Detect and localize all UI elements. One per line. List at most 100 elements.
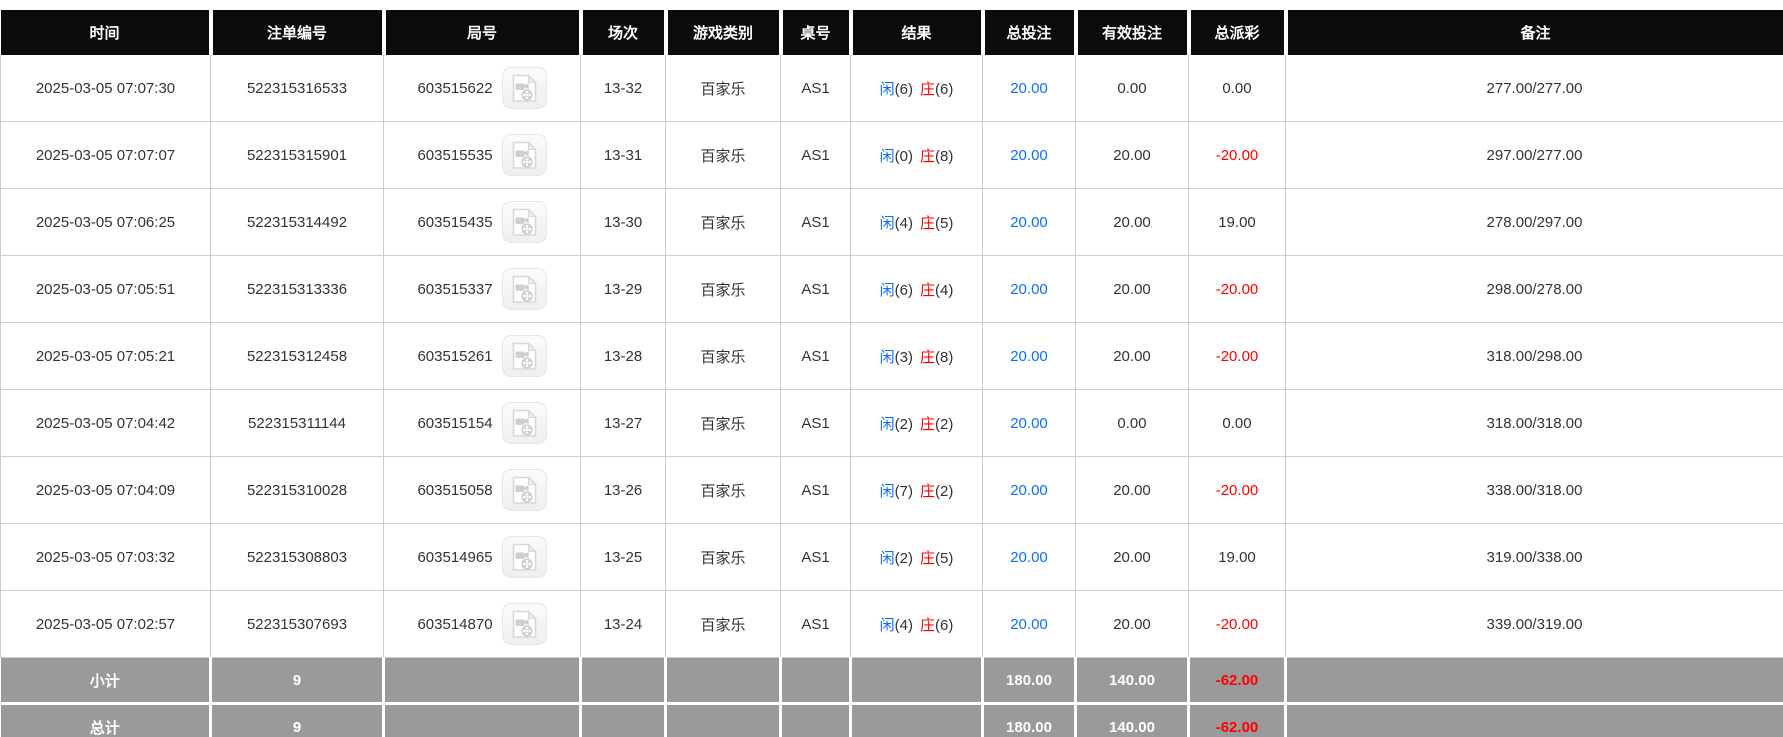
cell-table-number: AS1: [780, 322, 851, 390]
cell-round-number: 603515058: [383, 456, 581, 524]
col-header-result: 结果: [848, 10, 983, 55]
cell-game-type: 百家乐: [665, 389, 781, 457]
cell-bet-number: 522315307693: [210, 590, 384, 658]
result-player-label: 闲: [879, 482, 895, 500]
cell-total-bet[interactable]: 20.00: [982, 255, 1076, 323]
video-file-icon: [512, 274, 537, 303]
cell-session: 13-30: [580, 188, 666, 256]
cell-total-bet[interactable]: 20.00: [982, 55, 1076, 122]
result-banker-label: 庄: [920, 415, 936, 433]
cell-game-type: 百家乐: [665, 590, 781, 658]
video-replay-button[interactable]: [501, 603, 547, 645]
cell-result: 闲(6) 庄(6): [850, 55, 983, 122]
cell-payout: 19.00: [1188, 523, 1286, 591]
cell-payout: -20.00: [1188, 590, 1286, 658]
cell-remark: 318.00/298.00: [1285, 322, 1783, 390]
cell-game-type: 百家乐: [665, 55, 781, 122]
cell-time: 2025-03-05 07:07:07: [0, 121, 211, 189]
cell-remark: 277.00/277.00: [1285, 55, 1783, 122]
subtotal-empty-table-number: [779, 657, 851, 704]
table-row: 2025-03-05 07:02:57 522315307693 6035148…: [0, 590, 1783, 658]
result-player-score: (4): [894, 616, 913, 634]
subtotal-row: 小计 9 180.00 140.00 -62.00: [0, 657, 1783, 704]
video-replay-button[interactable]: [501, 134, 547, 176]
table-row: 2025-03-05 07:03:32 522315308803 6035149…: [0, 523, 1783, 591]
video-replay-button[interactable]: [501, 402, 547, 444]
cell-round-number: 603515622: [383, 55, 581, 122]
video-replay-button[interactable]: [501, 469, 547, 511]
total-empty-result: [849, 702, 983, 737]
cell-time: 2025-03-05 07:06:25: [0, 188, 211, 256]
round-number: 603514870: [417, 615, 493, 633]
video-replay-button[interactable]: [501, 335, 547, 377]
subtotal-count: 9: [209, 657, 384, 704]
result-player-score: (7): [894, 482, 913, 500]
video-file-icon: [512, 542, 537, 571]
cell-remark: 318.00/318.00: [1285, 389, 1783, 457]
cell-valid-bet: 20.00: [1075, 255, 1189, 323]
video-replay-button[interactable]: [501, 268, 547, 310]
result-player-score: (6): [894, 281, 913, 299]
result-banker-label: 庄: [920, 214, 936, 232]
result-player-label: 闲: [879, 549, 895, 567]
cell-table-number: AS1: [780, 255, 851, 323]
total-row: 总计 9 180.00 140.00 -62.00: [0, 702, 1783, 737]
result-player-label: 闲: [879, 214, 895, 232]
cell-total-bet[interactable]: 20.00: [982, 322, 1076, 390]
cell-total-bet[interactable]: 20.00: [982, 121, 1076, 189]
cell-round-number: 603515337: [383, 255, 581, 323]
cell-game-type: 百家乐: [665, 456, 781, 524]
cell-valid-bet: 0.00: [1075, 389, 1189, 457]
col-header-time: 时间: [0, 10, 211, 55]
round-number: 603515154: [417, 414, 493, 432]
cell-time: 2025-03-05 07:04:09: [0, 456, 211, 524]
result-banker-label: 庄: [920, 549, 936, 567]
subtotal-empty-session: [579, 657, 666, 704]
round-number: 603515058: [417, 481, 493, 499]
cell-total-bet[interactable]: 20.00: [982, 523, 1076, 591]
cell-total-bet[interactable]: 20.00: [982, 389, 1076, 457]
cell-total-bet[interactable]: 20.00: [982, 188, 1076, 256]
cell-time: 2025-03-05 07:03:32: [0, 523, 211, 591]
result-banker-score: (6): [935, 80, 954, 98]
video-replay-button[interactable]: [501, 536, 547, 578]
cell-result: 闲(4) 庄(5): [850, 188, 983, 256]
cell-bet-number: 522315312458: [210, 322, 384, 390]
table-row: 2025-03-05 07:07:30 522315316533 6035156…: [0, 55, 1783, 122]
video-replay-button[interactable]: [501, 67, 547, 109]
cell-payout: -20.00: [1188, 456, 1286, 524]
cell-total-bet[interactable]: 20.00: [982, 456, 1076, 524]
cell-remark: 297.00/277.00: [1285, 121, 1783, 189]
round-number: 603515261: [417, 347, 493, 365]
video-file-icon: [512, 73, 537, 102]
result-banker-score: (6): [935, 616, 954, 634]
result-banker-score: (8): [935, 147, 954, 165]
video-file-icon: [512, 609, 537, 638]
result-player-score: (0): [894, 147, 913, 165]
video-replay-button[interactable]: [501, 201, 547, 243]
cell-bet-number: 522315316533: [210, 55, 384, 122]
table-body: 2025-03-05 07:07:30 522315316533 6035156…: [0, 55, 1783, 658]
col-header-game-type: 游戏类别: [663, 10, 781, 55]
total-payout: -62.00: [1187, 702, 1286, 737]
cell-total-bet[interactable]: 20.00: [982, 590, 1076, 658]
cell-bet-number: 522315310028: [210, 456, 384, 524]
cell-valid-bet: 20.00: [1075, 456, 1189, 524]
cell-payout: -20.00: [1188, 322, 1286, 390]
result-player-score: (2): [894, 549, 913, 567]
total-label: 总计: [0, 702, 211, 737]
table-row: 2025-03-05 07:07:07 522315315901 6035155…: [0, 121, 1783, 189]
subtotal-total-bet: 180.00: [981, 657, 1076, 704]
cell-time: 2025-03-05 07:02:57: [0, 590, 211, 658]
col-header-table-number: 桌号: [778, 10, 851, 55]
result-player-label: 闲: [879, 616, 895, 634]
subtotal-empty-round: [382, 657, 581, 704]
cell-round-number: 603514965: [383, 523, 581, 591]
result-banker-score: (4): [935, 281, 954, 299]
result-banker-score: (5): [935, 549, 954, 567]
cell-payout: 0.00: [1188, 389, 1286, 457]
cell-result: 闲(6) 庄(4): [850, 255, 983, 323]
col-header-remark: 备注: [1283, 10, 1783, 55]
result-player-score: (4): [894, 214, 913, 232]
result-banker-label: 庄: [920, 80, 936, 98]
